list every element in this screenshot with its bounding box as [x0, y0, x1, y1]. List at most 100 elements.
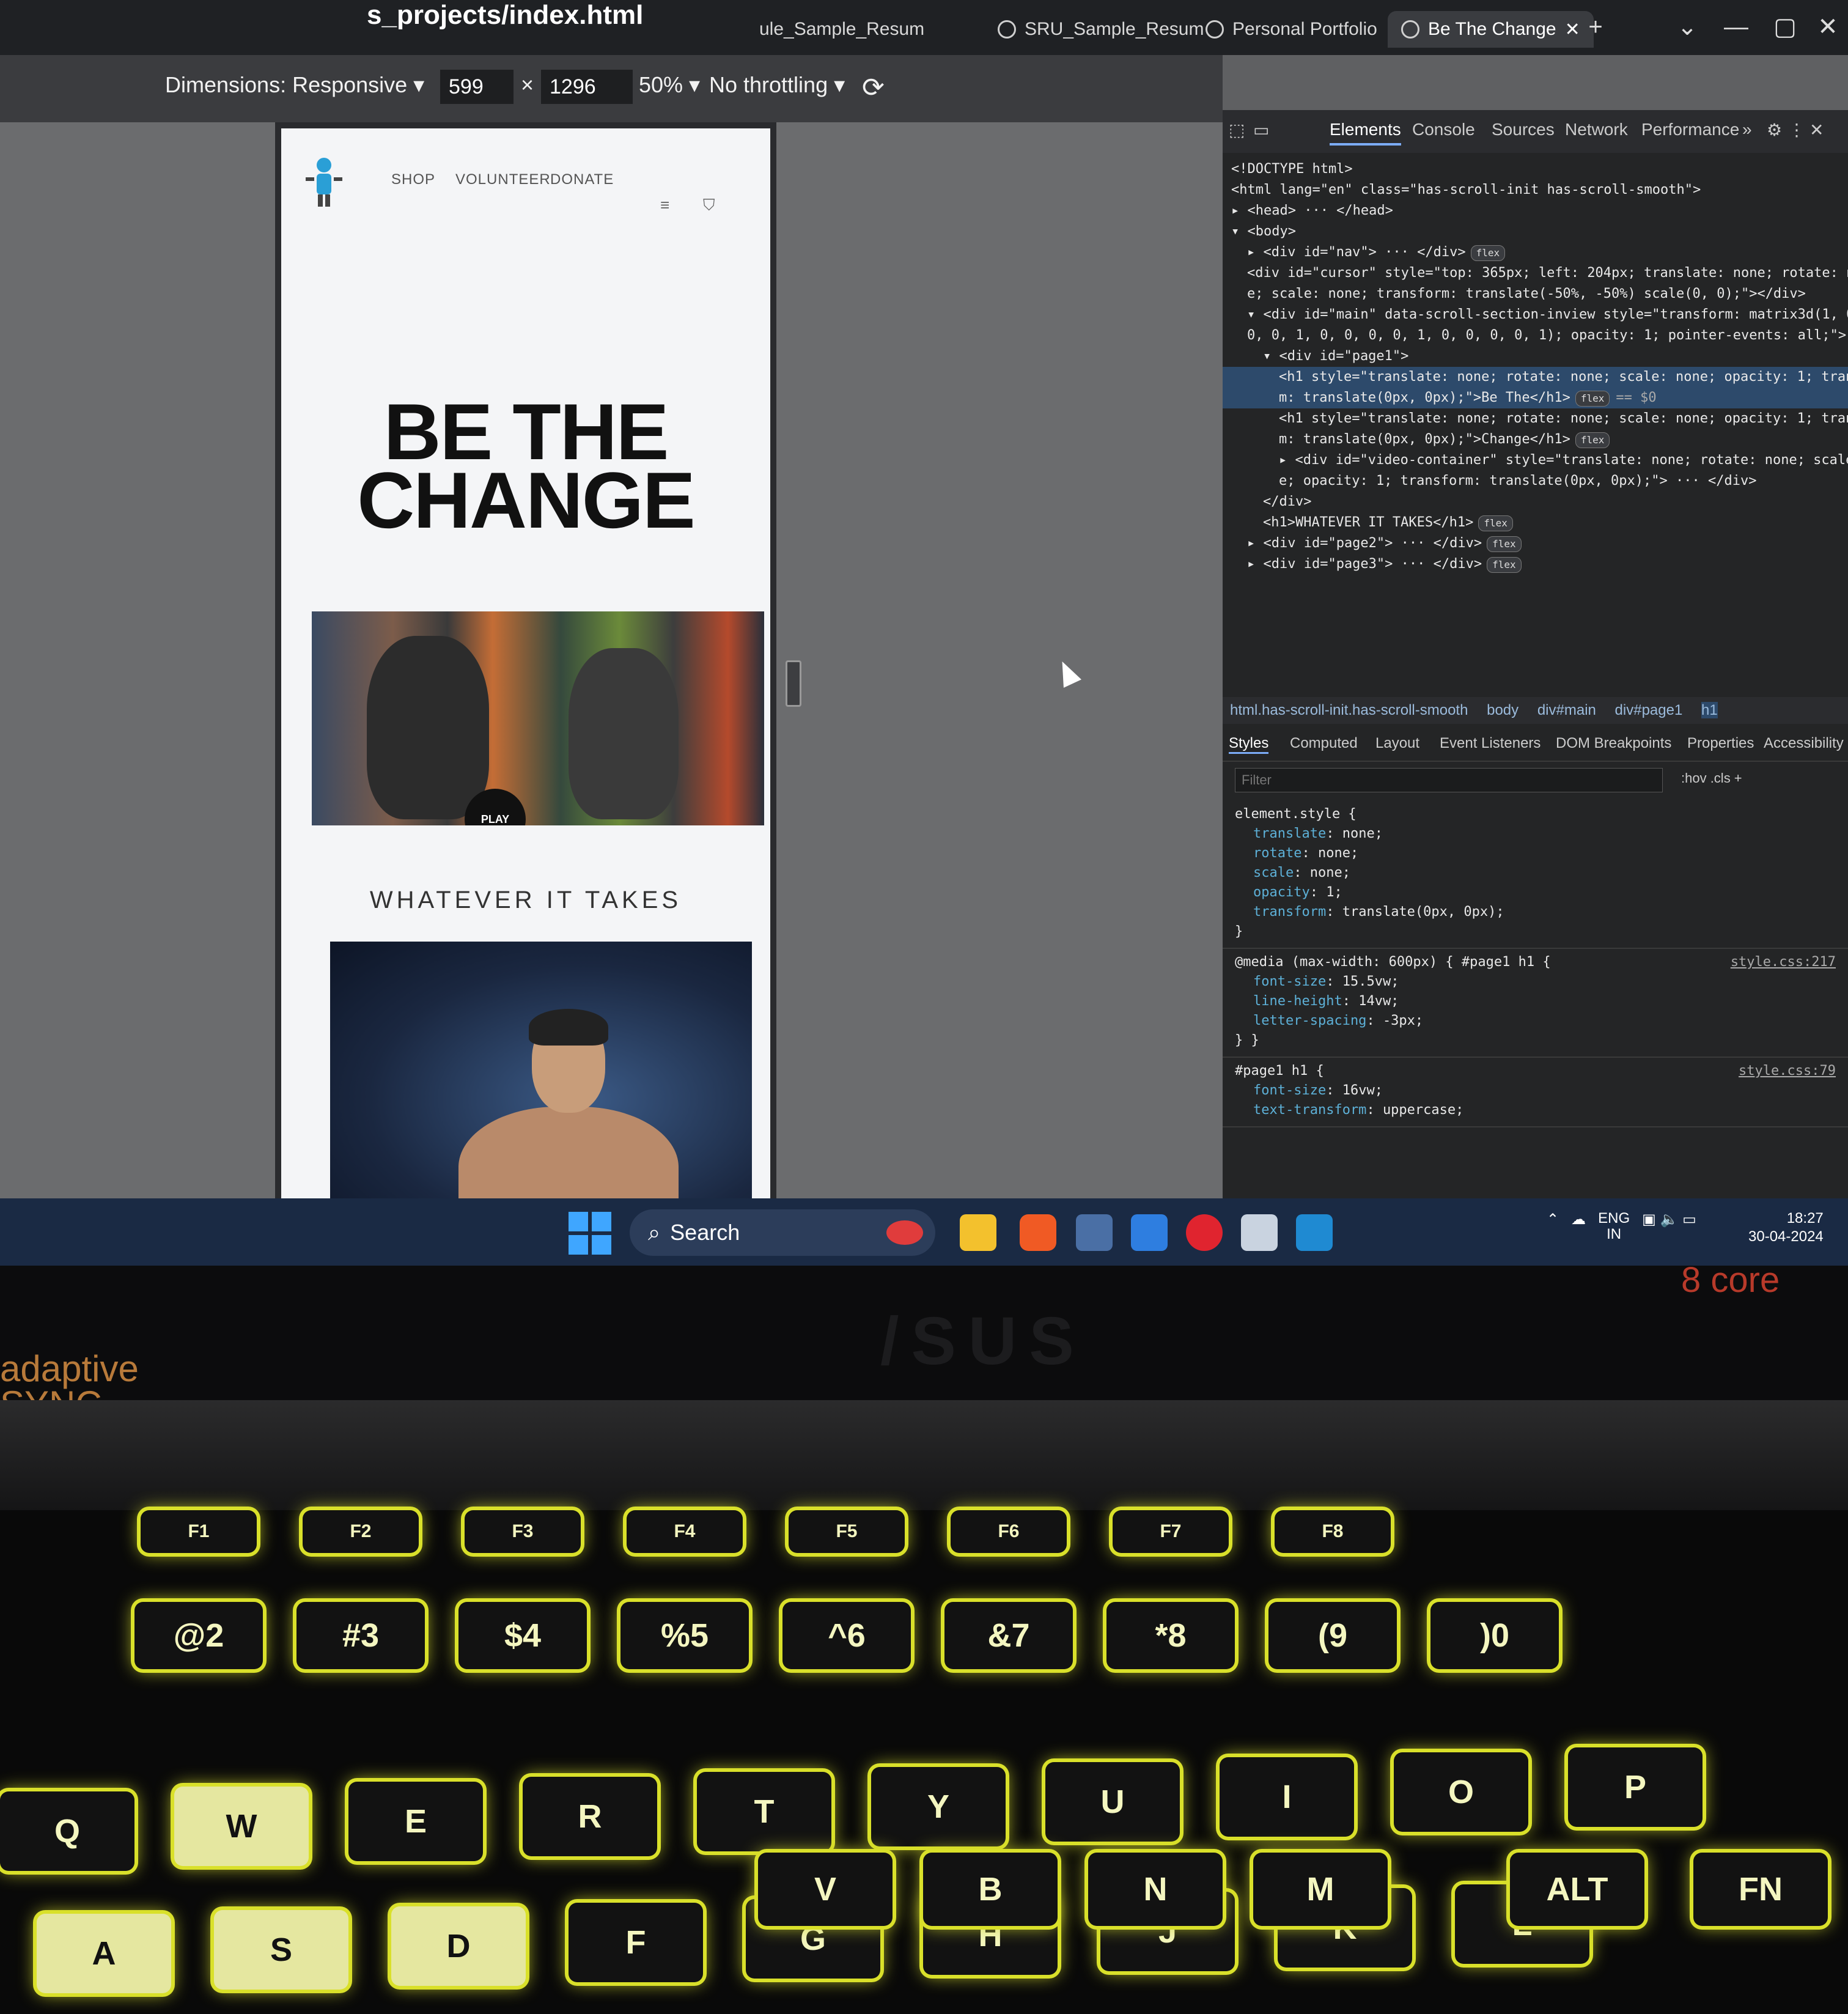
zoom-dropdown[interactable]: 50% ▾ — [639, 72, 700, 98]
css-property[interactable]: scale: none; — [1235, 863, 1836, 883]
breadcrumb-html[interactable]: html.has-scroll-init.has-scroll-smooth — [1230, 702, 1468, 718]
css-property[interactable]: opacity: 1; — [1235, 883, 1836, 902]
keyboard-key[interactable]: F5 — [789, 1510, 905, 1553]
dom-node-line[interactable]: <h1 style="translate: none; rotate: none… — [1223, 408, 1848, 429]
tab-layout[interactable]: Layout — [1375, 735, 1419, 752]
chevron-up-icon[interactable]: ⌃ — [1547, 1211, 1559, 1228]
inspect-icon[interactable]: ⬚ — [1229, 120, 1245, 140]
keyboard-key[interactable]: Y — [871, 1767, 1006, 1846]
tab-properties[interactable]: Properties — [1687, 735, 1754, 752]
tab-be-the-change[interactable]: Be The Change ✕ — [1388, 11, 1594, 48]
dom-node-line[interactable]: <div id="cursor" style="top: 365px; left… — [1223, 263, 1848, 284]
dom-node-line[interactable]: <html lang="en" class="has-scroll-init h… — [1223, 180, 1848, 201]
viewport-resize-handle[interactable] — [786, 660, 801, 707]
close-window-button[interactable]: ✕ — [1809, 9, 1846, 45]
volunteer-logo-icon[interactable] — [300, 153, 348, 208]
tab-personal-portfolio[interactable]: Personal Portfolio — [1192, 11, 1391, 48]
styles-filter-input[interactable] — [1235, 768, 1663, 792]
new-tab-button[interactable]: + — [1577, 9, 1614, 45]
nav-link-shop[interactable]: SHOP — [391, 171, 435, 188]
nav-link-volunteer[interactable]: VOLUNTEER — [455, 171, 551, 188]
tab-sru-sample-resume[interactable]: SRU_Sample_Resum — [984, 11, 1217, 48]
dom-node-line[interactable]: e; opacity: 1; transform: translate(0px,… — [1223, 471, 1848, 492]
keyboard-key[interactable]: ALT — [1510, 1853, 1644, 1926]
tab-network[interactable]: Network — [1565, 120, 1628, 139]
keyboard-key[interactable]: W — [174, 1787, 309, 1866]
device-toggle-icon[interactable]: ▭ — [1253, 120, 1269, 140]
flex-badge[interactable]: flex — [1487, 557, 1522, 573]
keyboard-key[interactable]: E — [348, 1782, 483, 1861]
dom-node-line[interactable]: e; scale: none; transform: translate(-50… — [1223, 284, 1848, 304]
keyboard-key[interactable]: @2 — [134, 1602, 263, 1669]
network-icon[interactable]: ▣ — [1642, 1211, 1656, 1228]
keyboard-key[interactable]: )0 — [1430, 1602, 1559, 1669]
styles-filter-tools[interactable]: :hov .cls + — [1681, 770, 1742, 786]
taskbar-clock[interactable]: 18:27 30-04-2024 — [1748, 1209, 1824, 1246]
dom-node-line[interactable]: m: translate(0px, 0px);">Change</h1> flex — [1223, 429, 1848, 450]
address-bar-text[interactable]: s_projects/index.html — [367, 0, 643, 31]
dom-node-line[interactable]: ▸ <div id="nav"> ··· </div> flex — [1223, 242, 1848, 263]
keyboard-key[interactable]: Q — [0, 1791, 134, 1871]
breadcrumb-h1[interactable]: h1 — [1701, 702, 1718, 718]
rotate-icon[interactable]: ⟳ — [862, 72, 885, 103]
throttling-dropdown[interactable]: No throttling ▾ — [709, 72, 845, 98]
css-property[interactable]: translate: none; — [1235, 824, 1836, 844]
tab-performance[interactable]: Performance — [1641, 120, 1739, 139]
dom-node-line[interactable]: </div> — [1223, 492, 1848, 512]
css-selector[interactable]: element.style { — [1235, 805, 1836, 824]
css-property[interactable]: text-transform: uppercase; — [1235, 1101, 1836, 1120]
viewport-height-input[interactable] — [541, 70, 633, 104]
minimize-button[interactable]: — — [1718, 9, 1754, 45]
keyboard-key[interactable]: T — [697, 1772, 831, 1851]
keyboard-key[interactable]: &7 — [944, 1602, 1073, 1669]
css-source-link[interactable]: style.css:79 — [1739, 1061, 1836, 1081]
volume-icon[interactable]: 🔈 — [1660, 1211, 1679, 1228]
battery-icon[interactable]: ▭ — [1682, 1211, 1696, 1228]
keyboard-key[interactable]: S — [214, 1910, 348, 1990]
keyboard-key[interactable]: B — [923, 1853, 1058, 1926]
dom-node-line[interactable]: ▸ <head> ··· </head> — [1223, 201, 1848, 221]
keyboard-key[interactable]: O — [1394, 1752, 1528, 1832]
dom-node-line[interactable]: ▾ <div id="main" data-scroll-section-inv… — [1223, 304, 1848, 325]
notepad-icon[interactable] — [1241, 1214, 1278, 1251]
flex-badge[interactable]: flex — [1478, 515, 1513, 531]
css-property[interactable]: transform: translate(0px, 0px); — [1235, 902, 1836, 922]
css-property[interactable]: line-height: 14vw; — [1235, 992, 1836, 1011]
keyboard-key[interactable]: F6 — [951, 1510, 1067, 1553]
tab-computed[interactable]: Computed — [1290, 735, 1358, 752]
keyboard-key[interactable]: F4 — [627, 1510, 743, 1553]
keyboard-key[interactable]: F1 — [141, 1510, 257, 1553]
windows-start-icon[interactable] — [569, 1212, 611, 1255]
dom-node-line[interactable]: ▾ <body> — [1223, 221, 1848, 242]
file-explorer-icon[interactable] — [960, 1214, 996, 1251]
keyboard-key[interactable]: R — [523, 1777, 657, 1856]
tab-dom-breakpoints[interactable]: DOM Breakpoints — [1556, 735, 1671, 752]
opera-browser-icon[interactable] — [1186, 1214, 1223, 1251]
keyboard-key[interactable]: I — [1220, 1757, 1354, 1837]
taskbar-search-box[interactable]: ⌕ Search — [630, 1209, 935, 1256]
css-property[interactable]: rotate: none; — [1235, 844, 1836, 863]
keyboard-key[interactable]: (9 — [1268, 1602, 1397, 1669]
tab-sample-resume-1[interactable]: ule_Sample_Resum — [746, 11, 938, 48]
flex-badge[interactable]: flex — [1575, 391, 1610, 407]
css-property[interactable]: letter-spacing: -3px; — [1235, 1011, 1836, 1031]
css-property[interactable]: font-size: 15.5vw; — [1235, 972, 1836, 992]
more-options-icon[interactable]: ⋮ — [1788, 120, 1805, 140]
language-indicator[interactable]: ENG IN — [1598, 1211, 1630, 1242]
dom-node-line[interactable]: ▸ <div id="video-container" style="trans… — [1223, 450, 1848, 471]
tab-elements[interactable]: Elements — [1330, 120, 1401, 146]
cloud-icon[interactable]: ☁ — [1571, 1211, 1586, 1228]
keyboard-key[interactable]: A — [37, 1914, 171, 1993]
dom-node-line[interactable]: ▾ <div id="page1"> — [1223, 346, 1848, 367]
dom-node-line[interactable]: <h1>WHATEVER IT TAKES</h1> flex — [1223, 512, 1848, 533]
keyboard-key[interactable]: F3 — [465, 1510, 581, 1553]
calendar-app-icon[interactable] — [1131, 1214, 1168, 1251]
keyboard-key[interactable]: V — [758, 1853, 893, 1926]
keyboard-key[interactable]: P — [1568, 1747, 1703, 1827]
tab-search-icon[interactable]: ⌄ — [1669, 9, 1706, 45]
keyboard-key[interactable]: F8 — [1275, 1510, 1391, 1553]
keyboard-key[interactable]: U — [1045, 1762, 1180, 1842]
dom-node-line[interactable]: ▸ <div id="page2"> ··· </div> flex — [1223, 533, 1848, 554]
more-tabs-button[interactable]: » — [1742, 120, 1752, 139]
css-property[interactable]: font-size: 16vw; — [1235, 1081, 1836, 1101]
